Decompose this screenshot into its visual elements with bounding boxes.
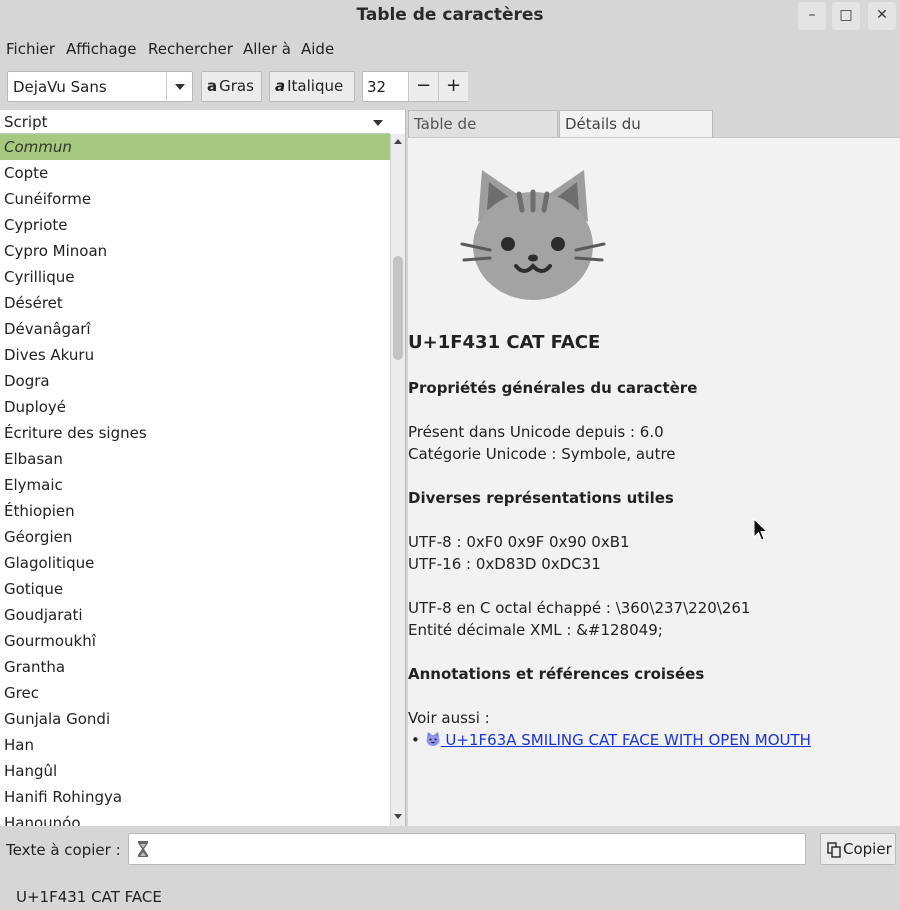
chevron-down-icon[interactable] (175, 84, 185, 90)
script-list-item[interactable]: Gunjala Gondi (0, 706, 390, 732)
script-list-item[interactable]: Dévanâgarî (0, 316, 390, 342)
font-selector[interactable]: DejaVu Sans (7, 71, 193, 102)
script-list-item[interactable]: Goudjarati (0, 602, 390, 628)
italic-icon: a (275, 77, 286, 95)
menu-aller-a[interactable]: Aller à (243, 40, 291, 58)
increase-size-button[interactable]: + (438, 72, 468, 101)
font-name: DejaVu Sans (13, 78, 107, 96)
italic-label: Italique (287, 77, 344, 95)
script-list-item[interactable]: Elymaic (0, 472, 390, 498)
script-list-item[interactable]: Gourmoukhî (0, 628, 390, 654)
script-list-item[interactable]: Éthiopien (0, 498, 390, 524)
script-list-item[interactable]: Cunéiforme (0, 186, 390, 212)
script-list-item[interactable]: Gotique (0, 576, 390, 602)
script-list-item[interactable]: Écriture des signes (0, 420, 390, 446)
script-list-item[interactable]: Grec (0, 680, 390, 706)
utf8-value: UTF-8 : 0xF0 0x9F 0x90 0xB1 (408, 533, 630, 551)
decrease-size-button[interactable]: − (408, 72, 438, 101)
cat-face-icon (460, 170, 606, 300)
scroll-up-arrow-icon[interactable] (394, 139, 402, 144)
general-properties-heading: Propriétés générales du caractère (408, 379, 698, 397)
window-title: Table de caractères (356, 5, 544, 25)
script-list-item[interactable]: Dogra (0, 368, 390, 394)
script-list-item[interactable]: Hanounóo (0, 810, 390, 826)
chevron-down-icon[interactable] (373, 120, 383, 126)
character-title: U+1F431 CAT FACE (408, 332, 601, 353)
script-header-label: Script (4, 113, 48, 131)
xml-entity-value: Entité décimale XML : &#128049; (408, 621, 663, 639)
script-list-item[interactable]: Commun (0, 134, 390, 160)
utf16-value: UTF-16 : 0xD83D 0xDC31 (408, 555, 601, 573)
see-also-label: Voir aussi : (408, 709, 490, 727)
copy-icon (827, 842, 841, 858)
script-list-item[interactable]: Dives Akuru (0, 342, 390, 368)
script-list-item[interactable]: Cypro Minoan (0, 238, 390, 264)
script-list: Commun Copte Cunéiforme Cypriote Cypro Minoa… (0, 134, 390, 826)
bold-icon: a (207, 77, 218, 95)
unicode-category: Catégorie Unicode : Symbole, autre (408, 445, 676, 463)
menu-rechercher[interactable]: Rechercher (148, 40, 233, 58)
tab-bar: Table de caractères Détails du caractère (408, 110, 900, 159)
mouse-pointer-icon (753, 518, 769, 541)
tab-character-table[interactable]: Table de caractères (408, 110, 558, 159)
menu-affichage[interactable]: Affichage (66, 40, 136, 58)
tab-character-details[interactable]: Détails du caractère (559, 110, 713, 159)
copy-text-label: Texte à copier : (6, 841, 121, 859)
combo-divider (166, 73, 167, 100)
menu-aide[interactable]: Aide (301, 40, 334, 58)
unicode-version: Présent dans Unicode depuis : 6.0 (408, 423, 664, 441)
font-size-value[interactable]: 32 (367, 78, 386, 96)
script-list-item[interactable]: Géorgien (0, 524, 390, 550)
script-list-item[interactable]: Glagolitique (0, 550, 390, 576)
script-list-item[interactable]: Hangûl (0, 758, 390, 784)
font-size-spinner[interactable]: 32 − + (362, 71, 468, 102)
smiling-cat-icon (426, 732, 440, 746)
script-list-item[interactable]: Hanifi Rohingya (0, 784, 390, 810)
copy-text-input[interactable] (128, 833, 806, 865)
script-panel: Script Commun Copte Cunéiforme Cypriote Cypr… (0, 110, 406, 826)
script-scrollbar[interactable] (390, 134, 405, 826)
script-list-item[interactable]: Copte (0, 160, 390, 186)
see-also-link[interactable]: U+1F63A SMILING CAT FACE WITH OPEN MOUTH (425, 731, 811, 749)
annotations-heading: Annotations et références croisées (408, 665, 705, 683)
see-also-link-text[interactable]: U+1F63A SMILING CAT FACE WITH OPEN MOUTH (445, 731, 811, 749)
bold-button[interactable]: a Gras (201, 71, 262, 102)
title-bar: Table de caractères – □ ✕ (0, 0, 900, 34)
script-list-item[interactable]: Han (0, 732, 390, 758)
script-list-item[interactable]: Grantha (0, 654, 390, 680)
bold-label: Gras (219, 77, 254, 95)
script-list-item[interactable]: Duployé (0, 394, 390, 420)
scroll-thumb[interactable] (393, 256, 403, 360)
copy-button-label: Copier (843, 840, 892, 858)
representations-heading: Diverses représentations utiles (408, 489, 674, 507)
bullet: • (411, 731, 420, 749)
script-list-item[interactable]: Cyrillique (0, 264, 390, 290)
italic-button[interactable]: a Italique (269, 71, 355, 102)
scroll-down-arrow-icon[interactable] (394, 814, 402, 819)
menu-fichier[interactable]: Fichier (6, 40, 55, 58)
copy-button[interactable]: Copier (820, 833, 896, 865)
maximize-button[interactable]: □ (832, 2, 860, 30)
utf8-octal-value: UTF-8 en C octal échappé : \360\237\220\… (408, 599, 751, 617)
script-list-item[interactable]: Elbasan (0, 446, 390, 472)
close-button[interactable]: ✕ (868, 2, 896, 30)
script-list-item[interactable]: Cypriote (0, 212, 390, 238)
minimize-button[interactable]: – (798, 2, 826, 30)
script-list-item[interactable]: Déséret (0, 290, 390, 316)
hourglass-icon (138, 841, 148, 857)
character-details-panel: U+1F431 CAT FACE Propriétés générales du… (408, 137, 900, 826)
script-dropdown[interactable]: Script (0, 110, 390, 134)
see-also-item: • U+1F63A SMILING CAT FACE WITH OPEN MOU… (408, 731, 811, 749)
menu-bar: Fichier Affichage Rechercher Aller à Aid… (0, 36, 900, 62)
status-bar: U+1F431 CAT FACE (16, 888, 162, 906)
